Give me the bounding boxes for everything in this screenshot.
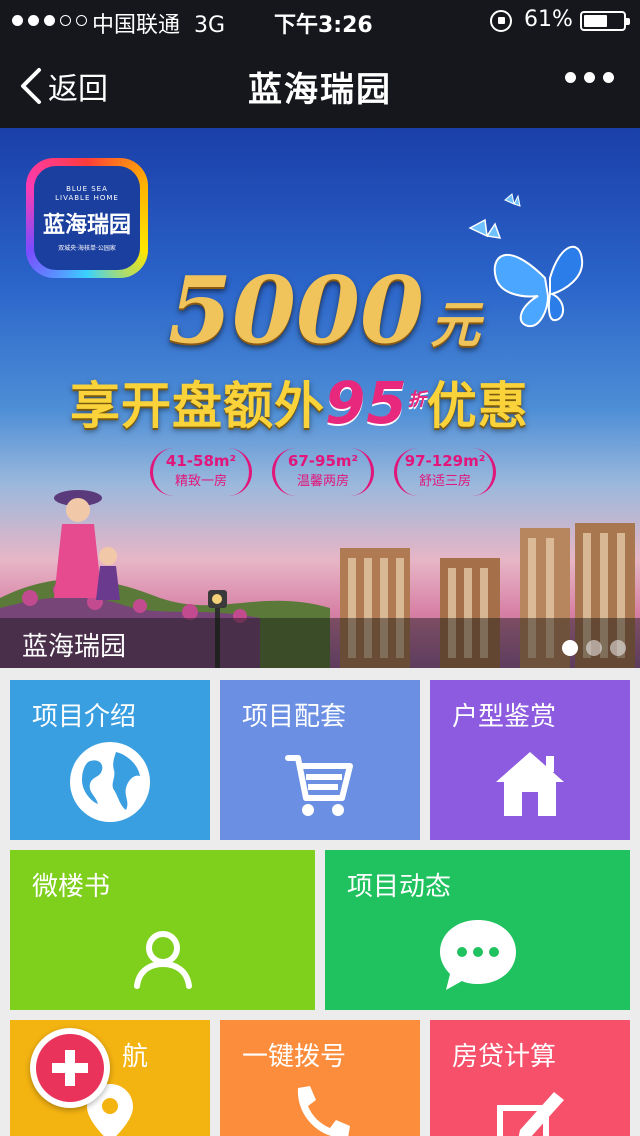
status-bar: 中国联通 3G 下午3:26 61% bbox=[0, 0, 640, 40]
tile-project-intro[interactable]: 项目介绍 bbox=[10, 680, 210, 840]
rotation-lock-icon bbox=[490, 10, 512, 32]
unit-size-tags: 41-58m² 精致一房 67-95m² 温馨两房 97-129m² 舒适三房 bbox=[150, 448, 496, 496]
signal-strength-icon bbox=[12, 8, 87, 32]
globe-icon bbox=[70, 742, 150, 822]
status-time: 下午3:26 bbox=[274, 13, 373, 38]
house-icon bbox=[496, 752, 564, 816]
pager-dot[interactable] bbox=[562, 640, 578, 656]
battery-icon bbox=[580, 11, 630, 31]
unit-tag: 97-129m² 舒适三房 bbox=[394, 448, 496, 496]
plus-icon bbox=[36, 1034, 104, 1102]
logo-english-text: BLUE SEA LIVABLE HOME bbox=[55, 184, 119, 202]
carrier-label: 中国联通 3G bbox=[92, 13, 226, 38]
pager-dot[interactable] bbox=[610, 640, 626, 656]
carousel-pager[interactable] bbox=[562, 640, 626, 656]
navigation-bar: 返回 蓝海瑞园 bbox=[0, 40, 640, 128]
page-title: 蓝海瑞园 bbox=[248, 70, 392, 110]
tile-label: 房贷计算 bbox=[452, 1042, 557, 1072]
butterfly-icon bbox=[468, 193, 584, 328]
tile-one-click-call[interactable]: 一键拨号 bbox=[220, 1020, 420, 1136]
banner-carousel[interactable]: BLUE SEA LIVABLE HOME 蓝海瑞园 双城央·海核单·公园家 50… bbox=[0, 128, 640, 668]
tile-label: 项目配套 bbox=[242, 702, 347, 732]
phone-icon bbox=[297, 1086, 350, 1136]
headline-amount: 5000 元 bbox=[168, 256, 481, 364]
tile-label: 微楼书 bbox=[32, 872, 111, 902]
tile-label: 航 bbox=[122, 1042, 149, 1072]
banner-caption: 蓝海瑞园 bbox=[0, 618, 640, 668]
floating-add-button[interactable] bbox=[30, 1028, 110, 1108]
tile-floor-plans[interactable]: 户型鉴赏 bbox=[430, 680, 630, 840]
tile-label: 户型鉴赏 bbox=[452, 702, 557, 732]
people-figure bbox=[54, 490, 120, 600]
pager-dot[interactable] bbox=[586, 640, 602, 656]
logo-subtitle: 双城央·海核单·公园家 bbox=[58, 244, 116, 252]
tile-micro-brochure[interactable]: 微楼书 bbox=[10, 850, 315, 1010]
unit-tag: 41-58m² 精致一房 bbox=[150, 448, 252, 496]
user-icon bbox=[133, 931, 192, 989]
edit-icon bbox=[497, 1092, 564, 1136]
tile-label: 项目动态 bbox=[347, 872, 452, 902]
unit-tag: 67-95m² 温馨两房 bbox=[272, 448, 374, 496]
more-menu-button[interactable] bbox=[565, 72, 614, 83]
tile-label: 一键拨号 bbox=[242, 1042, 347, 1072]
tile-mortgage-calculator[interactable]: 房贷计算 bbox=[430, 1020, 630, 1136]
chat-icon bbox=[439, 920, 516, 990]
tile-project-news[interactable]: 项目动态 bbox=[325, 850, 630, 1010]
battery-percent: 61% bbox=[524, 7, 573, 32]
cart-icon bbox=[285, 755, 353, 816]
tile-label: 项目介绍 bbox=[32, 702, 137, 732]
promo-text: 享开盘额外95折优惠 bbox=[70, 369, 529, 437]
project-logo: BLUE SEA LIVABLE HOME 蓝海瑞园 双城央·海核单·公园家 bbox=[26, 158, 148, 278]
logo-chinese-text: 蓝海瑞园 bbox=[42, 212, 131, 238]
tile-project-facilities[interactable]: 项目配套 bbox=[220, 680, 420, 840]
